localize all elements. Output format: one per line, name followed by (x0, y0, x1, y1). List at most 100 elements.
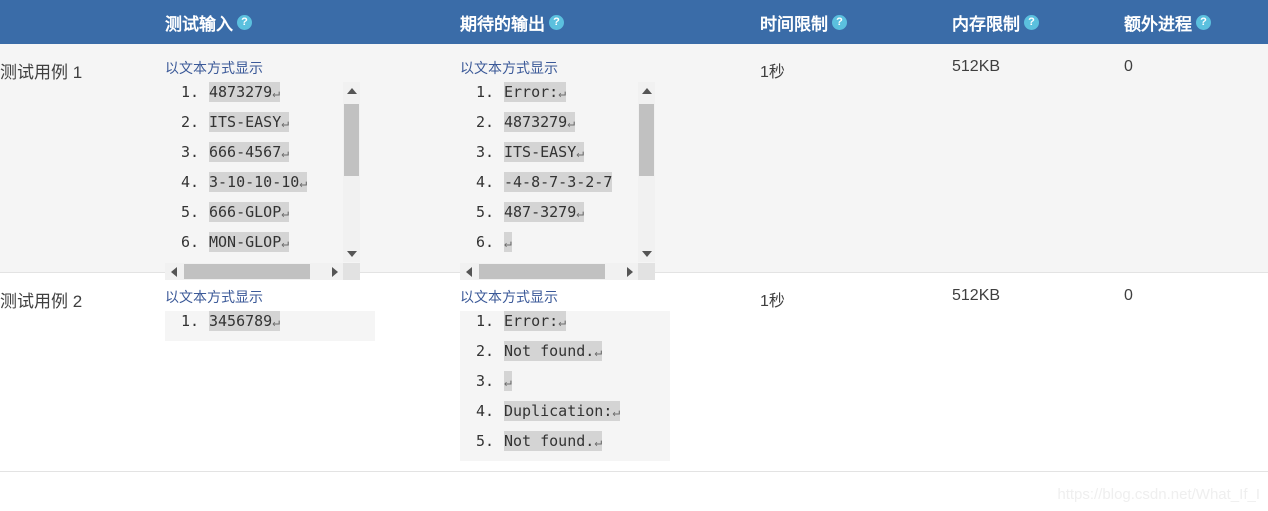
show-as-text-link[interactable]: 以文本方式显示 (460, 287, 558, 307)
scroll-up-arrow-icon[interactable] (343, 82, 360, 99)
line-number: 5. (475, 203, 494, 221)
code-line: 2. 4873279↵ (460, 112, 635, 142)
crlf-glyph: ↵ (567, 116, 576, 131)
code-line: 3. ↵ (460, 371, 635, 401)
expected-output-cell: 以文本方式显示 1. Error:↵ 2. Not found.↵ 3. ↵ 4… (460, 273, 760, 472)
line-text: Error:↵ (504, 82, 567, 102)
table-row: 测试用例 1 以文本方式显示 1. 4873279↵ 2. ITS-EASY↵ (0, 44, 1268, 280)
scroll-down-arrow-icon[interactable] (343, 245, 360, 262)
show-as-text-link[interactable]: 以文本方式显示 (460, 58, 558, 78)
code-line: 5. Not found.↵ (460, 431, 635, 461)
table-header-row: 测试输入 ? 期待的输出 ? 时间限制 ? 内存限制 ? 额外进程 ? (0, 0, 1268, 44)
code-line: 3. ITS-EASY↵ (460, 142, 635, 172)
line-text: ITS-EASY↵ (209, 112, 290, 132)
crlf-glyph: ↵ (281, 236, 290, 251)
line-number: 1. (180, 312, 199, 330)
memory-limit-cell: 512KB (952, 44, 1124, 273)
line-text: MON-GLOP↵ (209, 232, 290, 252)
scroll-right-arrow-icon[interactable] (326, 263, 343, 280)
line-text: 4873279↵ (209, 82, 281, 102)
table-row: 测试用例 2 以文本方式显示 1. 3456789↵ 以文本方式显示 1. Er… (0, 272, 1268, 472)
vertical-scrollbar-thumb[interactable] (344, 104, 359, 176)
line-text: 666-4567↵ (209, 142, 290, 162)
code-line: 6. ↵ (460, 232, 635, 262)
vertical-scrollbar[interactable] (638, 82, 655, 262)
testcase-label-cell: 测试用例 1 (0, 44, 165, 273)
line-text: -4-8-7-3-2-7 (504, 172, 613, 192)
horizontal-scrollbar-thumb[interactable] (479, 264, 605, 279)
line-text: ↵ (504, 371, 512, 391)
column-header-extra-process: 额外进程 ? (1124, 0, 1268, 44)
scroll-up-arrow-icon[interactable] (638, 82, 655, 99)
scroll-left-arrow-icon[interactable] (165, 263, 182, 280)
vertical-scrollbar-thumb[interactable] (639, 104, 654, 176)
crlf-glyph: ↵ (272, 315, 281, 330)
testcase-label: 测试用例 2 (0, 292, 83, 311)
line-number: 2. (475, 342, 494, 360)
show-as-text-link[interactable]: 以文本方式显示 (165, 58, 263, 78)
line-number: 1. (475, 83, 494, 101)
crlf-glyph: ↵ (594, 345, 603, 360)
code-line: 4. -4-8-7-3-2-7 (460, 172, 635, 202)
line-text: 3456789↵ (209, 311, 281, 331)
code-line: 5. 666-GLOP↵ (165, 202, 340, 232)
help-icon[interactable]: ? (832, 14, 847, 30)
line-number: 6. (475, 233, 494, 251)
scrollbar-corner (638, 263, 655, 280)
code-line: 1. Error:↵ (460, 82, 635, 112)
vertical-scrollbar[interactable] (343, 82, 360, 262)
column-header-memory-limit: 内存限制 ? (952, 0, 1124, 44)
help-icon[interactable]: ? (237, 14, 252, 30)
code-line: 4. 3-10-10-10↵ (165, 172, 340, 202)
line-number: 1. (475, 312, 494, 330)
time-limit-cell: 1秒 (760, 44, 952, 273)
test-input-cell: 以文本方式显示 1. 3456789↵ (165, 273, 460, 472)
code-line: 5. 487-3279↵ (460, 202, 635, 232)
time-limit-cell: 1秒 (760, 273, 952, 472)
code-line: 4. Duplication:↵ (460, 401, 635, 431)
line-text: 4873279↵ (504, 112, 576, 132)
table-body: 测试用例 1 以文本方式显示 1. 4873279↵ 2. ITS-EASY↵ (0, 44, 1268, 472)
scroll-down-arrow-icon[interactable] (638, 245, 655, 262)
test-input-viewer: 1. 4873279↵ 2. ITS-EASY↵ 3. 666-4567↵ 4.… (165, 82, 375, 280)
line-text: 487-3279↵ (504, 202, 585, 222)
help-icon[interactable]: ? (1196, 14, 1211, 30)
column-header-time-limit-label: 时间限制 (760, 14, 828, 34)
help-icon[interactable]: ? (549, 14, 564, 30)
extra-process-value: 0 (1124, 58, 1133, 75)
line-number: 2. (475, 113, 494, 131)
line-text: 666-GLOP↵ (209, 202, 290, 222)
code-line: 1. 4873279↵ (165, 82, 340, 112)
crlf-glyph: ↵ (576, 146, 585, 161)
horizontal-scrollbar-thumb[interactable] (184, 264, 310, 279)
code-line-list: 1. Error:↵ 2. 4873279↵ 3. ITS-EASY↵ 4. -… (460, 82, 635, 262)
memory-limit-value: 512KB (952, 58, 1001, 75)
line-text: 3-10-10-10↵ (209, 172, 308, 192)
code-line: 2. Not found.↵ (460, 341, 635, 371)
line-text: Error:↵ (504, 311, 567, 331)
crlf-glyph: ↵ (281, 206, 290, 221)
code-line-list: 1. Error:↵ 2. Not found.↵ 3. ↵ 4. Duplic… (460, 311, 635, 461)
crlf-glyph: ↵ (594, 435, 603, 450)
scroll-right-arrow-icon[interactable] (621, 263, 638, 280)
crlf-glyph: ↵ (281, 116, 290, 131)
code-line: 6. MON-GLOP↵ (165, 232, 340, 262)
crlf-glyph: ↵ (612, 405, 621, 420)
column-header-expected-output-label: 期待的输出 (460, 14, 545, 34)
column-header-expected-output: 期待的输出 ? (460, 0, 760, 44)
show-as-text-link[interactable]: 以文本方式显示 (165, 287, 263, 307)
time-limit-value: 1秒 (760, 64, 785, 81)
horizontal-scrollbar[interactable] (460, 263, 638, 280)
memory-limit-value: 512KB (952, 287, 1001, 304)
code-line: 2. ITS-EASY↵ (165, 112, 340, 142)
code-line: 1. 3456789↵ (165, 311, 340, 341)
help-icon[interactable]: ? (1024, 14, 1039, 30)
code-line: 3. 666-4567↵ (165, 142, 340, 172)
scroll-left-arrow-icon[interactable] (460, 263, 477, 280)
testcase-label-cell: 测试用例 2 (0, 273, 165, 472)
test-input-viewer: 1. 3456789↵ (165, 311, 375, 341)
line-number: 5. (180, 203, 199, 221)
column-header-case (0, 0, 165, 44)
testcase-table: 测试输入 ? 期待的输出 ? 时间限制 ? 内存限制 ? 额外进程 ? 测试用例… (0, 0, 1268, 472)
horizontal-scrollbar[interactable] (165, 263, 343, 280)
